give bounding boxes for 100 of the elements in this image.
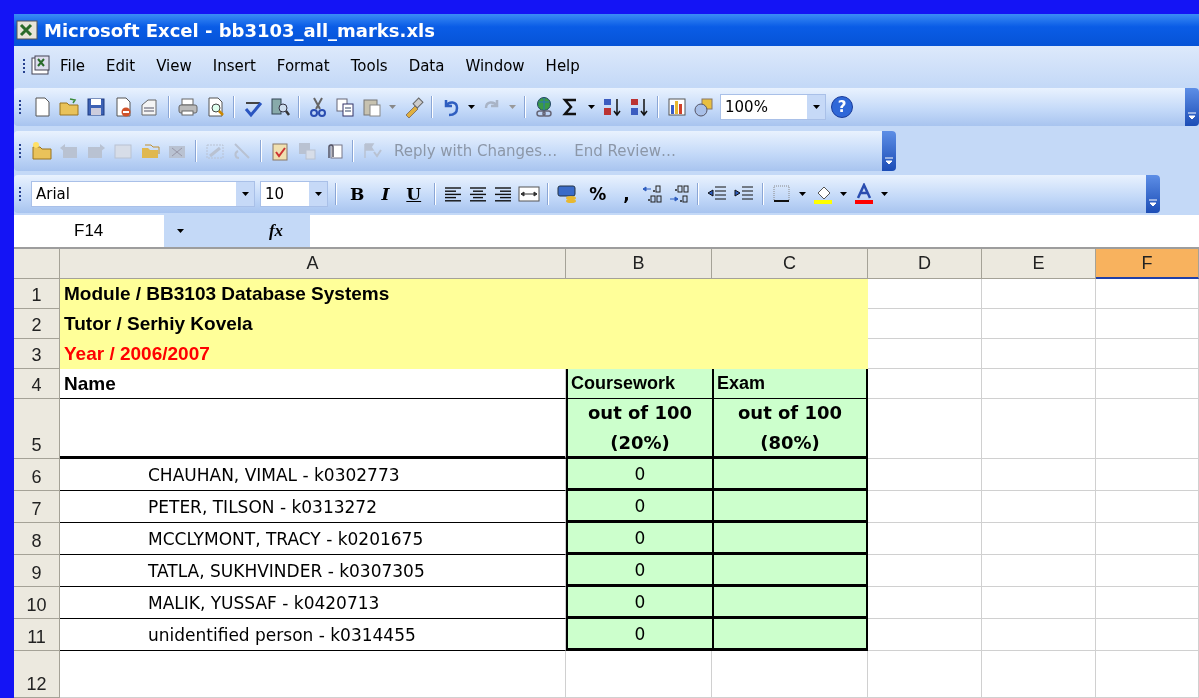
menu-item[interactable]: Insert	[204, 53, 264, 79]
table-cell: PETER, TILSON - k0313272	[60, 491, 566, 523]
caret-icon[interactable]	[587, 103, 596, 111]
title-text: Year / 2006/2007	[64, 343, 210, 365]
table-cell: Name	[60, 369, 566, 399]
table-cell: 0	[566, 587, 712, 619]
comma-style-button[interactable]: ,	[617, 184, 636, 204]
underline-button[interactable]: U	[400, 184, 428, 204]
title-text: Module / BB3103 Database Systems	[64, 283, 390, 305]
insert-function-button[interactable]: fx	[242, 215, 310, 247]
bar-chart-icon[interactable]	[666, 96, 688, 118]
menu-item[interactable]: Data	[400, 53, 453, 79]
increase-decimal-icon[interactable]	[640, 183, 663, 205]
help-button[interactable]: ?	[831, 96, 853, 118]
row-header[interactable]: 1	[14, 279, 60, 309]
row-header[interactable]: 10	[14, 587, 60, 619]
zoom-dropdown[interactable]: 100%	[720, 94, 826, 120]
merge-center-icon[interactable]	[518, 183, 541, 205]
row-header[interactable]: 4	[14, 369, 60, 399]
table-cell: TATLA, SUKHVINDER - k0307305	[60, 555, 566, 587]
menu-item[interactable]: Tools	[342, 53, 396, 79]
research-icon[interactable]	[269, 96, 291, 118]
row-header[interactable]: 3	[14, 339, 60, 369]
row-header[interactable]: 6	[14, 459, 60, 491]
caret-icon[interactable]	[467, 103, 476, 111]
row-header[interactable]: 2	[14, 309, 60, 339]
row-header[interactable]: 5	[14, 399, 60, 459]
print-icon[interactable]	[177, 96, 199, 118]
currency-icon[interactable]	[556, 183, 579, 205]
column-header[interactable]: D	[868, 249, 982, 279]
percent-style-button[interactable]: %	[583, 184, 613, 204]
shapes-icon[interactable]	[693, 96, 715, 118]
column-header[interactable]: C	[712, 249, 868, 279]
cut-icon[interactable]	[307, 96, 329, 118]
chevron-icon[interactable]	[885, 157, 893, 165]
toolbar-options-button[interactable]	[1185, 88, 1199, 126]
menu-item[interactable]: File	[52, 53, 94, 79]
table-cell: 0	[566, 491, 712, 523]
title-text: Tutor / Serhiy Kovela	[64, 313, 253, 335]
open-folder-icon[interactable]	[58, 96, 80, 118]
table-cell: MALIK, YUSSAF - k0420713	[60, 587, 566, 619]
paste-icon[interactable]	[361, 96, 383, 118]
font-dropdown[interactable]: Arial	[31, 181, 255, 207]
copy-icon[interactable]	[334, 96, 356, 118]
caret-icon[interactable]	[838, 190, 848, 198]
menu-item[interactable]: Format	[268, 53, 338, 79]
caret-icon[interactable]	[811, 103, 821, 111]
workbook-icon[interactable]	[30, 55, 52, 77]
center-icon[interactable]	[468, 184, 489, 204]
toolbar-grip[interactable]	[18, 186, 22, 202]
sort-descending-icon[interactable]	[628, 96, 650, 118]
menu-item[interactable]: Help	[537, 53, 588, 79]
menu-item[interactable]: View	[148, 53, 200, 79]
menu-item[interactable]: Edit	[98, 53, 144, 79]
decrease-decimal-icon[interactable]	[667, 183, 690, 205]
select-all-button[interactable]	[14, 249, 60, 279]
table-cell: out of 100 (20%)	[566, 399, 712, 459]
align-right-icon[interactable]	[493, 184, 514, 204]
save-icon[interactable]	[85, 96, 107, 118]
toolbar-options-button[interactable]	[882, 131, 896, 171]
bold-button[interactable]: B	[344, 184, 371, 204]
column-header[interactable]: F	[1096, 249, 1199, 279]
window-title: Microsoft Excel - bb3103_all_marks.xls	[44, 19, 435, 41]
toolbar-options-button[interactable]	[1146, 175, 1160, 213]
row-header[interactable]: 12	[14, 651, 60, 698]
menu-item[interactable]: Window	[457, 53, 533, 79]
new-comment-icon[interactable]	[31, 140, 53, 162]
table-cell: Coursework	[566, 369, 712, 399]
row-header[interactable]: 9	[14, 555, 60, 587]
sort-ascending-icon[interactable]	[601, 96, 623, 118]
table-cell: 0	[566, 459, 712, 491]
caret-icon[interactable]	[313, 190, 323, 198]
clipboard-check-icon[interactable]	[269, 140, 291, 162]
caret-icon[interactable]	[879, 190, 889, 198]
row-header[interactable]: 8	[14, 523, 60, 555]
column-header[interactable]: A	[60, 249, 566, 279]
column-header[interactable]: E	[982, 249, 1096, 279]
caret-icon[interactable]	[797, 190, 807, 198]
borders-icon[interactable]	[770, 183, 793, 205]
column-header[interactable]: B	[566, 249, 712, 279]
align-left-icon[interactable]	[443, 184, 464, 204]
toolbar-grip[interactable]	[18, 99, 22, 115]
chevron-icon[interactable]	[1149, 199, 1157, 207]
table-cell: out of 100 (80%)	[712, 399, 868, 459]
toolbar-grip[interactable]	[22, 58, 26, 74]
name-box[interactable]: F14	[14, 215, 242, 247]
table-cell: MCCLYMONT, TRACY - k0201675	[60, 523, 566, 555]
table-cell: 0	[566, 555, 712, 587]
caret-icon[interactable]	[240, 190, 250, 198]
caret-icon[interactable]	[176, 227, 185, 235]
row-header[interactable]: 7	[14, 491, 60, 523]
font-color-icon[interactable]	[852, 183, 875, 205]
toolbar-grip[interactable]	[18, 143, 22, 159]
font-size-dropdown[interactable]: 10	[260, 181, 328, 207]
italic-button[interactable]: I	[375, 184, 396, 204]
excel-app-icon	[16, 19, 38, 41]
row-header[interactable]: 11	[14, 619, 60, 651]
table-cell: Exam	[712, 369, 868, 399]
chevron-icon[interactable]	[1188, 112, 1196, 120]
globe-chain-icon[interactable]	[533, 96, 555, 118]
